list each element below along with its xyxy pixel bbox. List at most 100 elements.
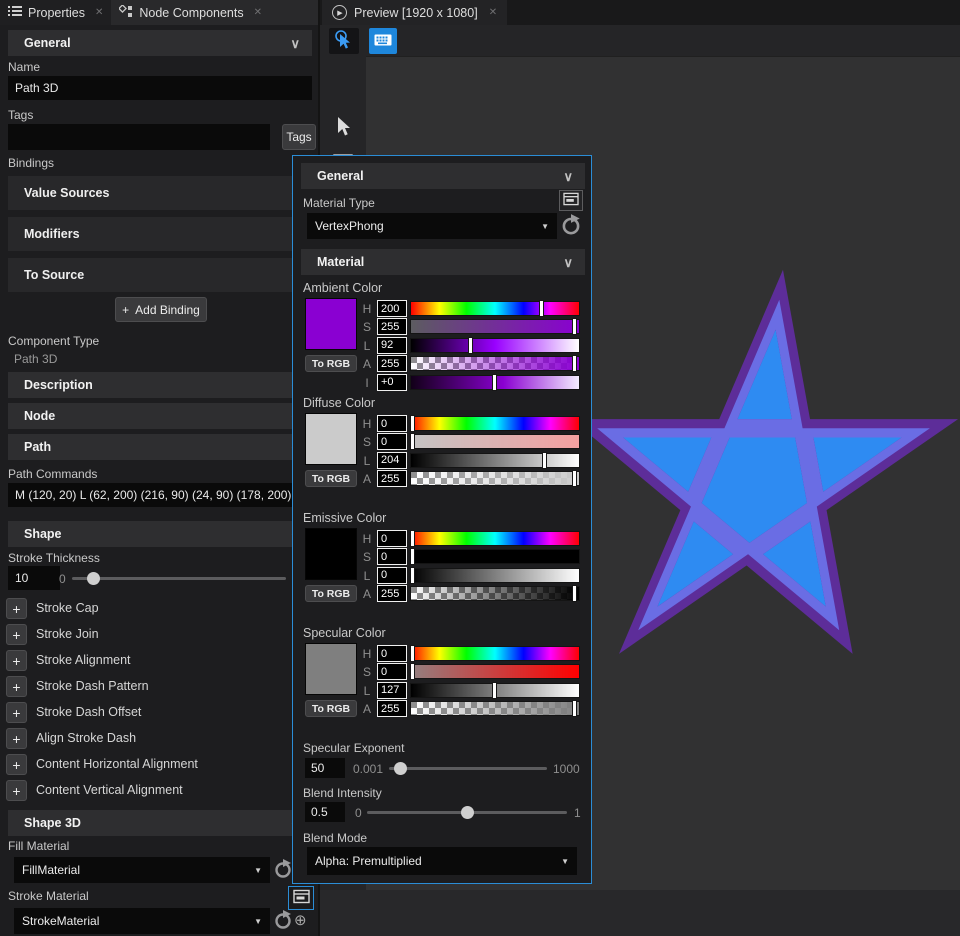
- stroke-thickness-input[interactable]: 10: [8, 566, 60, 590]
- crosshair-icon[interactable]: ⊕: [294, 911, 307, 929]
- interact-tool-button[interactable]: [329, 28, 359, 54]
- general-section-header[interactable]: General ∨: [8, 30, 312, 56]
- slider-thumb[interactable]: [468, 337, 473, 354]
- channel-slider[interactable]: [411, 320, 579, 333]
- channel-value-input[interactable]: 0: [377, 548, 407, 565]
- shape3d-section-header[interactable]: Shape 3D ∨: [8, 810, 312, 836]
- tab-node-components[interactable]: Node Components ✕: [111, 0, 270, 25]
- slider-thumb[interactable]: [410, 567, 415, 584]
- channel-slider[interactable]: [411, 454, 579, 467]
- close-icon[interactable]: ✕: [254, 7, 262, 18]
- specular-exponent-input[interactable]: 50: [305, 758, 345, 778]
- channel-value-input[interactable]: 255: [377, 355, 407, 372]
- channel-slider[interactable]: [411, 647, 579, 660]
- slider-thumb[interactable]: [572, 585, 577, 602]
- channel-slider[interactable]: [411, 472, 579, 485]
- channel-slider[interactable]: [411, 417, 579, 430]
- slider-thumb[interactable]: [542, 452, 547, 469]
- slider-thumb[interactable]: [572, 318, 577, 335]
- name-input[interactable]: Path 3D: [8, 76, 312, 100]
- path-commands-input[interactable]: M (120, 20) L (62, 200) (216, 90) (24, 9…: [8, 483, 312, 507]
- channel-value-input[interactable]: 200: [377, 300, 407, 317]
- slider-thumb[interactable]: [410, 645, 415, 662]
- slider-thumb[interactable]: [87, 572, 100, 585]
- channel-slider[interactable]: [411, 357, 579, 370]
- blend-mode-dropdown[interactable]: Alpha: Premultiplied ▼: [307, 847, 577, 875]
- specular-exponent-slider[interactable]: [389, 767, 547, 770]
- channel-value-input[interactable]: 255: [377, 585, 407, 602]
- stroke-material-reset-icon[interactable]: [272, 909, 294, 931]
- channel-value-input[interactable]: 255: [377, 470, 407, 487]
- shape-section-header[interactable]: Shape ∨: [8, 521, 312, 547]
- add-property-button[interactable]: +: [6, 728, 27, 749]
- tags-input[interactable]: [8, 124, 270, 150]
- slider-thumb[interactable]: [410, 530, 415, 547]
- channel-slider[interactable]: [411, 665, 579, 678]
- add-property-button[interactable]: +: [6, 780, 27, 801]
- channel-value-input[interactable]: 0: [377, 645, 407, 662]
- slider-thumb[interactable]: [539, 300, 544, 317]
- channel-slider[interactable]: [411, 587, 579, 600]
- channel-slider[interactable]: [411, 684, 579, 697]
- channel-slider[interactable]: [411, 339, 579, 352]
- channel-value-input[interactable]: 127: [377, 682, 407, 699]
- channel-slider[interactable]: [411, 569, 579, 582]
- channel-value-input[interactable]: 0: [377, 433, 407, 450]
- stroke-material-dropdown[interactable]: StrokeMaterial ▼: [14, 908, 270, 934]
- tab-properties[interactable]: Properties ✕: [0, 0, 111, 25]
- add-property-button[interactable]: +: [6, 702, 27, 723]
- slider-thumb[interactable]: [572, 355, 577, 372]
- keyboard-tool-button[interactable]: [369, 28, 397, 54]
- slider-thumb[interactable]: [410, 663, 415, 680]
- slider-thumb[interactable]: [394, 762, 407, 775]
- add-property-button[interactable]: +: [6, 676, 27, 697]
- slider-thumb[interactable]: [572, 470, 577, 487]
- fill-material-reset-icon[interactable]: [272, 858, 294, 880]
- channel-value-input[interactable]: 255: [377, 700, 407, 717]
- channel-value-input[interactable]: 0: [377, 415, 407, 432]
- select-tool-icon[interactable]: [320, 114, 366, 140]
- add-property-button[interactable]: +: [6, 624, 27, 645]
- material-type-editor-button[interactable]: [559, 190, 583, 211]
- close-icon[interactable]: ✕: [95, 7, 103, 18]
- channel-slider[interactable]: [411, 376, 579, 389]
- stroke-thickness-slider[interactable]: [72, 577, 286, 580]
- slider-thumb[interactable]: [492, 682, 497, 699]
- channel-slider[interactable]: [411, 550, 579, 563]
- tab-preview[interactable]: ▶ Preview [1920 x 1080] ✕: [322, 0, 507, 25]
- add-property-button[interactable]: +: [6, 754, 27, 775]
- slider-thumb[interactable]: [572, 700, 577, 717]
- channel-value-input[interactable]: 0: [377, 567, 407, 584]
- tags-button[interactable]: Tags: [282, 124, 316, 150]
- channel-value-input[interactable]: +0: [377, 374, 407, 391]
- slider-thumb[interactable]: [410, 433, 415, 450]
- channel-slider[interactable]: [411, 532, 579, 545]
- channel-value-input[interactable]: 0: [377, 530, 407, 547]
- collapsed-section-header[interactable]: Description ∨: [8, 372, 312, 398]
- add-property-button[interactable]: +: [6, 650, 27, 671]
- blend-intensity-slider[interactable]: [367, 811, 567, 814]
- add-property-button[interactable]: +: [6, 598, 27, 619]
- close-icon[interactable]: ✕: [489, 7, 497, 18]
- channel-slider[interactable]: [411, 302, 579, 315]
- channel-slider[interactable]: [411, 702, 579, 715]
- material-editor-toggle-button[interactable]: [288, 886, 314, 910]
- channel-value-input[interactable]: 92: [377, 337, 407, 354]
- channel-slider[interactable]: [411, 435, 579, 448]
- add-binding-button[interactable]: + Add Binding: [115, 297, 207, 322]
- material-type-reset-icon[interactable]: [559, 213, 583, 237]
- binding-group-expander[interactable]: Modifiers ∨: [8, 217, 312, 251]
- binding-group-expander[interactable]: Value Sources ∨: [8, 176, 312, 210]
- collapsed-section-header[interactable]: Node ∨: [8, 403, 312, 429]
- channel-value-input[interactable]: 204: [377, 452, 407, 469]
- channel-value-input[interactable]: 255: [377, 318, 407, 335]
- slider-thumb[interactable]: [461, 806, 474, 819]
- material-type-dropdown[interactable]: VertexPhong ▼: [307, 213, 557, 239]
- fill-material-dropdown[interactable]: FillMaterial ▼: [14, 857, 270, 883]
- material-general-header[interactable]: General ∨: [301, 163, 585, 189]
- channel-value-input[interactable]: 0: [377, 663, 407, 680]
- slider-thumb[interactable]: [410, 415, 415, 432]
- slider-thumb[interactable]: [410, 548, 415, 565]
- slider-thumb[interactable]: [492, 374, 497, 391]
- binding-group-expander[interactable]: To Source ∨: [8, 258, 312, 292]
